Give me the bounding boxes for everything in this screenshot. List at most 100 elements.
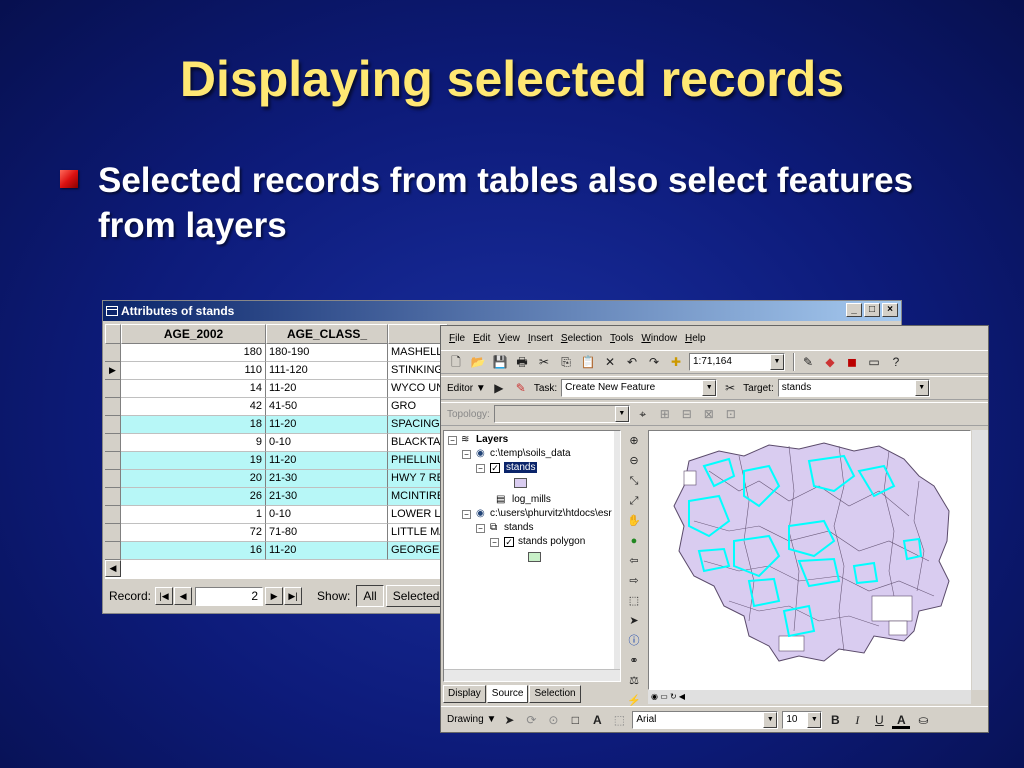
- row-selector[interactable]: [105, 344, 121, 362]
- find-binoculars-icon[interactable]: ⚭: [625, 652, 643, 670]
- cell-name[interactable]: LOWER LI: [388, 506, 448, 524]
- collapse-group-icon[interactable]: −: [476, 524, 485, 533]
- add-data-icon[interactable]: ✚: [667, 353, 685, 371]
- validate-icon[interactable]: ⊠: [700, 405, 718, 423]
- menu-view[interactable]: View: [498, 333, 520, 344]
- cell-age-class[interactable]: 41-50: [266, 398, 388, 416]
- toc-dataframe-1[interactable]: c:\temp\soils_data: [490, 447, 571, 461]
- toc-group-stands[interactable]: stands: [504, 521, 533, 535]
- row-selector[interactable]: [105, 416, 121, 434]
- cell-name[interactable]: MASHELL: [388, 344, 448, 362]
- cell-age-class[interactable]: 11-20: [266, 380, 388, 398]
- error-inspector-icon[interactable]: ⊡: [722, 405, 740, 423]
- row-selector[interactable]: [105, 434, 121, 452]
- row-selector[interactable]: [105, 398, 121, 416]
- cell-age-class[interactable]: 11-20: [266, 416, 388, 434]
- stands-visibility-checkbox[interactable]: ✓: [490, 463, 500, 473]
- toc-layer-stands[interactable]: stands: [504, 461, 538, 475]
- row-selector[interactable]: [105, 470, 121, 488]
- topology-edit-icon[interactable]: ⊟: [678, 405, 696, 423]
- show-selected-button[interactable]: Selected: [385, 585, 447, 607]
- zoom-in-icon[interactable]: ⊕: [625, 432, 643, 450]
- menu-insert[interactable]: Insert: [528, 333, 553, 344]
- delete-icon[interactable]: ✕: [601, 353, 619, 371]
- layout-view-icon[interactable]: ◉ ▭ ↻ ◀: [651, 692, 685, 701]
- cell-age-2002[interactable]: 16: [121, 542, 266, 560]
- pan-hand-icon[interactable]: ✋: [625, 512, 643, 530]
- editor-menu[interactable]: Editor ▼: [447, 383, 486, 394]
- cell-name[interactable]: STINKING: [388, 362, 448, 380]
- cut-icon[interactable]: ✂: [535, 353, 553, 371]
- fill-color-icon[interactable]: ⛀: [914, 711, 932, 729]
- open-icon[interactable]: 📂: [469, 353, 487, 371]
- editor-toolbar-icon[interactable]: ✎: [799, 353, 817, 371]
- cell-age-class[interactable]: 21-30: [266, 488, 388, 506]
- bold-button[interactable]: B: [826, 711, 844, 729]
- zoom-to-selected-icon[interactable]: ⊙: [544, 711, 562, 729]
- collapse-df2-icon[interactable]: −: [462, 510, 471, 519]
- rectangle-icon[interactable]: □: [566, 711, 584, 729]
- cell-age-2002[interactable]: 14: [121, 380, 266, 398]
- cell-age-2002[interactable]: 9: [121, 434, 266, 452]
- zoom-out-icon[interactable]: ⊖: [625, 452, 643, 470]
- cell-age-2002[interactable]: 18: [121, 416, 266, 434]
- map-scale-combo[interactable]: 1:71,164 ▼: [689, 353, 785, 371]
- chevron-down-icon[interactable]: ▼: [763, 711, 778, 728]
- arccatalog-icon[interactable]: ◼: [843, 353, 861, 371]
- row-selector[interactable]: ▶: [105, 362, 121, 380]
- cell-age-2002[interactable]: 72: [121, 524, 266, 542]
- cell-age-class[interactable]: 71-80: [266, 524, 388, 542]
- paste-icon[interactable]: 📋: [579, 353, 597, 371]
- cell-age-2002[interactable]: 42: [121, 398, 266, 416]
- redo-icon[interactable]: ↷: [645, 353, 663, 371]
- row-selector[interactable]: [105, 542, 121, 560]
- row-selector[interactable]: [105, 506, 121, 524]
- task-combo[interactable]: Create New Feature ▼: [561, 379, 718, 397]
- cell-name[interactable]: PHELLINUS: [388, 452, 448, 470]
- fixed-zoom-out-icon[interactable]: ⤢: [625, 492, 643, 510]
- menu-file[interactable]: File: [449, 333, 465, 344]
- command-line-icon[interactable]: ▭: [865, 353, 883, 371]
- column-header-age-2002[interactable]: AGE_2002: [121, 324, 266, 344]
- row-selector[interactable]: [105, 452, 121, 470]
- cell-age-class[interactable]: 180-190: [266, 344, 388, 362]
- next-record-button[interactable]: ▶: [265, 587, 284, 605]
- menu-edit[interactable]: Edit: [473, 333, 490, 344]
- full-extent-globe-icon[interactable]: ●: [625, 532, 643, 550]
- cell-name[interactable]: SPACING: [388, 416, 448, 434]
- map-topology-icon[interactable]: ⊞: [656, 405, 674, 423]
- cell-age-2002[interactable]: 1: [121, 506, 266, 524]
- cell-name[interactable]: GRO: [388, 398, 448, 416]
- header-selector[interactable]: [105, 324, 121, 344]
- first-record-button[interactable]: |◀: [155, 587, 174, 605]
- attribute-table-titlebar[interactable]: Attributes of stands _ □ ×: [103, 301, 901, 321]
- cell-name[interactable]: GEORGES: [388, 542, 448, 560]
- menu-tools[interactable]: Tools: [610, 333, 633, 344]
- callout-icon[interactable]: ⬚: [610, 711, 628, 729]
- split-tool-icon[interactable]: ✂: [721, 379, 739, 397]
- cell-age-class[interactable]: 11-20: [266, 542, 388, 560]
- chevron-down-icon[interactable]: ▼: [702, 380, 717, 396]
- copy-icon[interactable]: ⎘: [557, 353, 575, 371]
- whats-this-icon[interactable]: ?: [887, 353, 905, 371]
- edit-tool-icon[interactable]: ▶: [490, 379, 508, 397]
- stands-symbol-swatch[interactable]: [514, 478, 527, 488]
- row-selector[interactable]: [105, 380, 121, 398]
- topology-tool-icon[interactable]: ⌖: [634, 405, 652, 423]
- last-record-button[interactable]: ▶|: [284, 587, 303, 605]
- row-selector[interactable]: [105, 488, 121, 506]
- tab-source[interactable]: Source: [486, 685, 529, 703]
- drawing-menu[interactable]: Drawing ▼: [447, 714, 496, 725]
- stands-polygon-visibility-checkbox[interactable]: ✓: [504, 537, 514, 547]
- column-header-age-class[interactable]: AGE_CLASS_: [266, 324, 388, 344]
- select-elements-icon[interactable]: ➤: [625, 612, 643, 630]
- identify-icon[interactable]: ⓘ: [625, 632, 643, 650]
- column-header-name[interactable]: [388, 324, 448, 344]
- close-button[interactable]: ×: [882, 303, 898, 317]
- chevron-down-icon[interactable]: ▼: [614, 406, 629, 422]
- toc-root-layers[interactable]: Layers: [476, 433, 508, 447]
- cell-name[interactable]: WYCO UN: [388, 380, 448, 398]
- stands-polygon-symbol-swatch[interactable]: [528, 552, 541, 562]
- map-horizontal-scrollbar[interactable]: ◉ ▭ ↻ ◀: [648, 690, 971, 704]
- maximize-button[interactable]: □: [864, 303, 880, 317]
